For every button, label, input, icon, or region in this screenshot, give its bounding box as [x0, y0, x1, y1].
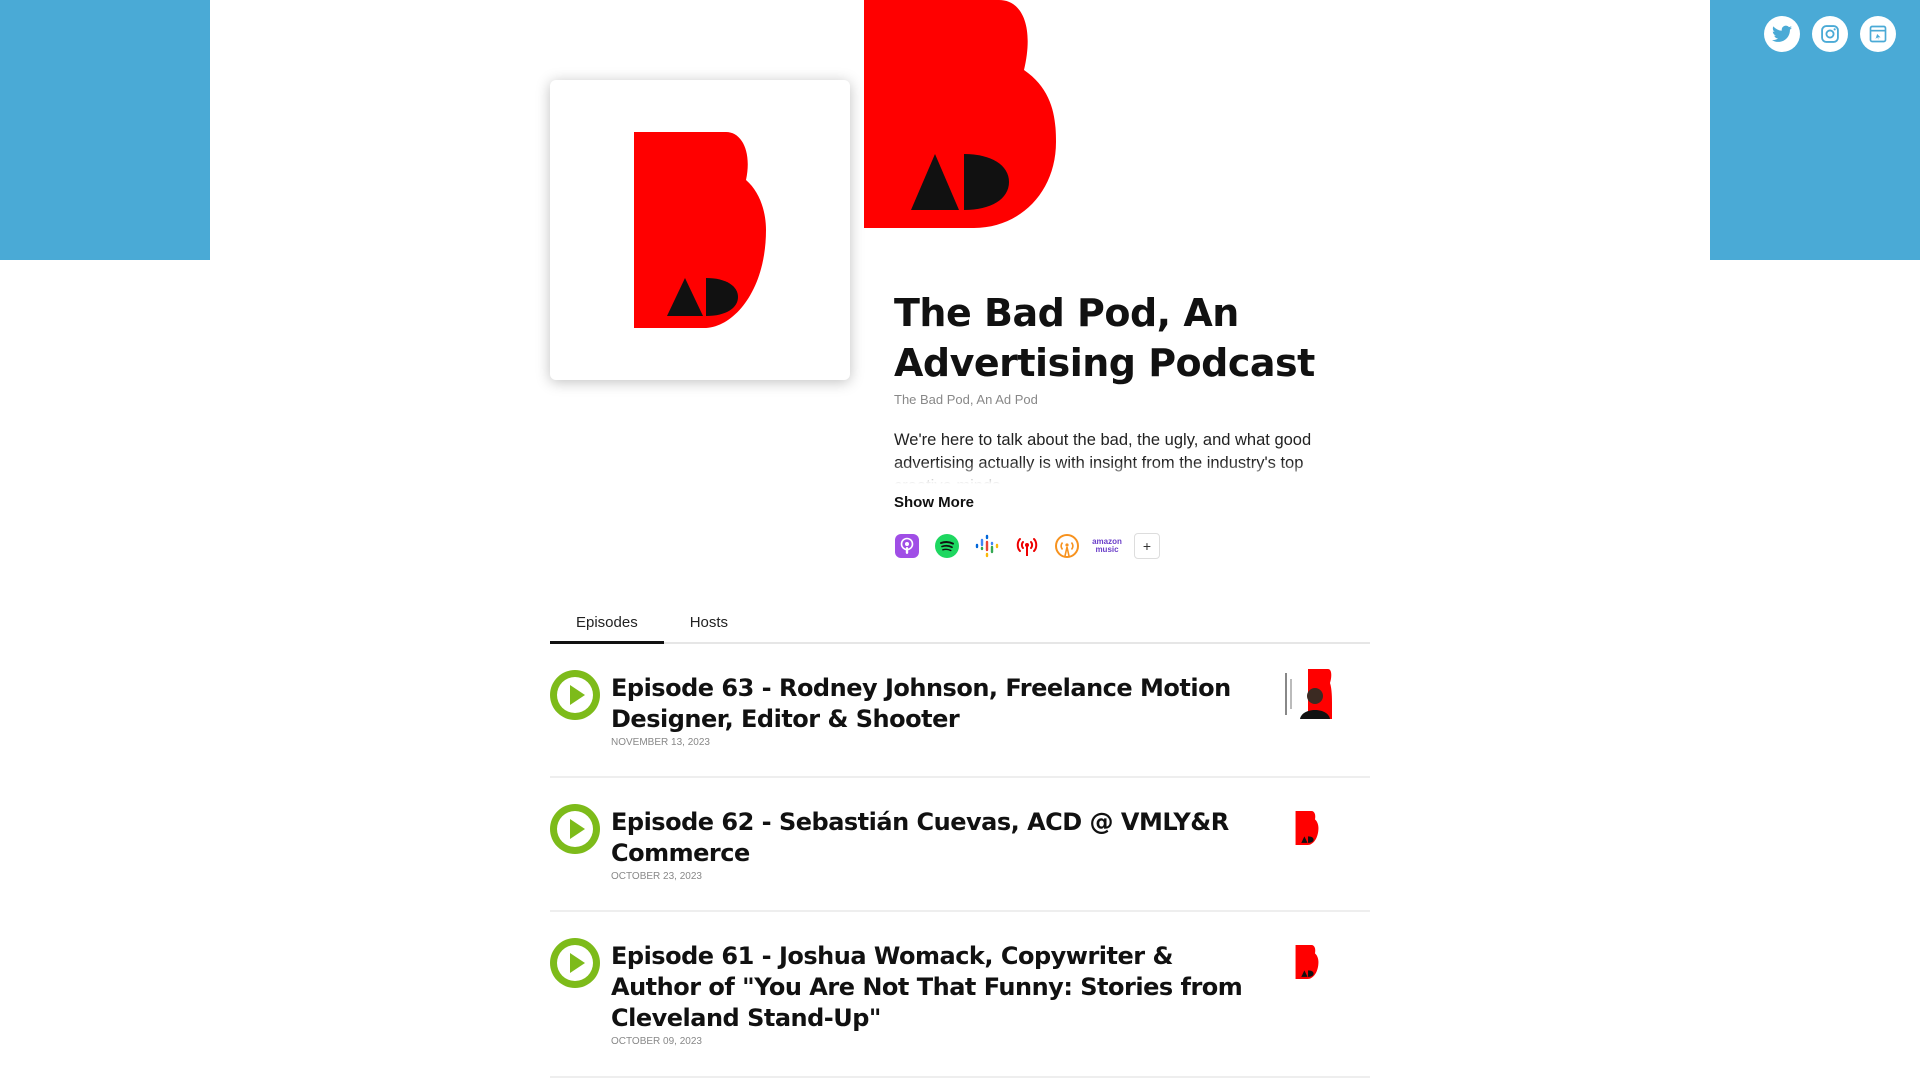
- play-button[interactable]: [550, 804, 600, 854]
- podcast-info: The Bad Pod, An Advertising Podcast The …: [894, 288, 1334, 559]
- episode-body: Episode 63 - Rodney Johnson, Freelance M…: [611, 673, 1256, 748]
- episode-thumbnail: [1282, 937, 1332, 987]
- episode-title[interactable]: Episode 61 - Joshua Womack, Copywriter &…: [611, 941, 1256, 1034]
- episode-item: Episode 62 - Sebastián Cuevas, ACD @ VML…: [550, 778, 1370, 912]
- instagram-icon[interactable]: [1812, 16, 1848, 52]
- episode-date: OCTOBER 09, 2023: [611, 1036, 702, 1047]
- website-icon[interactable]: [1860, 16, 1896, 52]
- podcast-author: The Bad Pod, An Ad Pod: [894, 392, 1038, 407]
- brand-logo-large: [864, 0, 1056, 228]
- amazon-music-icon[interactable]: amazon music: [1092, 533, 1122, 559]
- episode-thumbnail: [1282, 669, 1332, 719]
- more-platforms-button[interactable]: +: [1134, 533, 1160, 559]
- left-banner: [0, 0, 210, 260]
- episode-body: Episode 61 - Joshua Womack, Copywriter &…: [611, 941, 1256, 1047]
- podcast-description: We're here to talk about the bad, the ug…: [894, 429, 1334, 484]
- tab-hosts[interactable]: Hosts: [664, 606, 754, 642]
- content-tabs: Episodes Hosts: [550, 606, 1370, 644]
- right-banner: [1710, 0, 1920, 260]
- overcast-icon[interactable]: [1054, 533, 1080, 559]
- podcast-cover-art: [550, 80, 850, 380]
- episode-title[interactable]: Episode 62 - Sebastián Cuevas, ACD @ VML…: [611, 807, 1256, 869]
- google-podcasts-icon[interactable]: [974, 533, 1000, 559]
- episode-date: NOVEMBER 13, 2023: [611, 737, 710, 748]
- episode-title[interactable]: Episode 63 - Rodney Johnson, Freelance M…: [611, 673, 1256, 735]
- episode-list: Episode 63 - Rodney Johnson, Freelance M…: [550, 644, 1370, 1078]
- episode-date: OCTOBER 23, 2023: [611, 871, 702, 882]
- apple-podcasts-icon[interactable]: [894, 533, 920, 559]
- episode-item: Episode 63 - Rodney Johnson, Freelance M…: [550, 644, 1370, 778]
- episode-item: Episode 61 - Joshua Womack, Copywriter &…: [550, 912, 1370, 1078]
- twitter-icon[interactable]: [1764, 16, 1800, 52]
- play-button[interactable]: [550, 938, 600, 988]
- tab-episodes[interactable]: Episodes: [550, 606, 664, 644]
- social-links: [1764, 16, 1896, 52]
- episode-thumbnail: [1282, 803, 1332, 853]
- show-more-link[interactable]: Show More: [894, 494, 1334, 511]
- iheartradio-icon[interactable]: [1014, 533, 1040, 559]
- spotify-icon[interactable]: [934, 533, 960, 559]
- listen-platforms: amazon music +: [894, 533, 1334, 559]
- episode-body: Episode 62 - Sebastián Cuevas, ACD @ VML…: [611, 807, 1256, 882]
- play-button[interactable]: [550, 670, 600, 720]
- podcast-title: The Bad Pod, An Advertising Podcast: [894, 291, 1315, 385]
